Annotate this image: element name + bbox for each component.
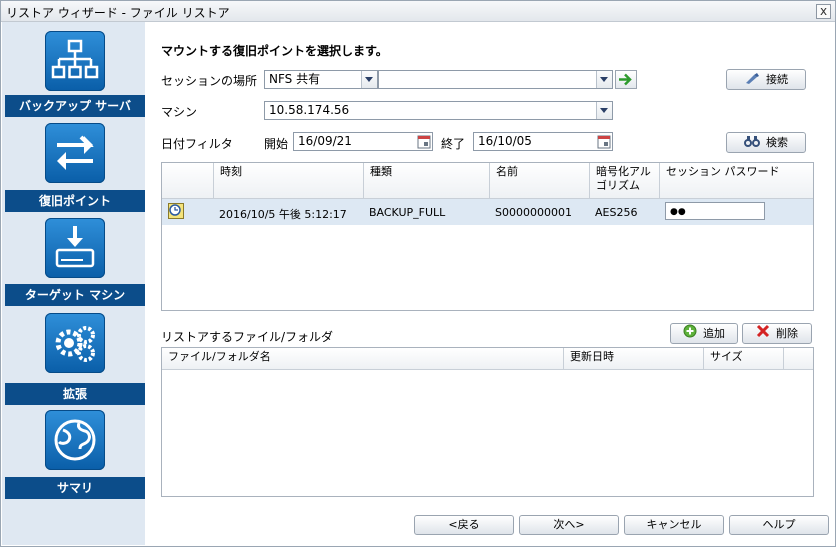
- calendar-icon[interactable]: [417, 134, 431, 149]
- close-icon[interactable]: x: [816, 4, 831, 19]
- sidebar-item-label: 復旧ポイント: [5, 190, 145, 212]
- drive-download-icon: [45, 218, 105, 278]
- column-header-name[interactable]: 名前: [490, 163, 590, 198]
- column-header-modified[interactable]: 更新日時: [564, 348, 704, 369]
- search-button[interactable]: 検索: [726, 132, 806, 153]
- session-type-value: NFS 共有: [269, 72, 321, 86]
- arrow-right-icon: [619, 73, 632, 86]
- machine-label: マシン: [161, 105, 198, 119]
- sidebar-item-recovery-point[interactable]: 復旧ポイント: [2, 123, 145, 223]
- row-name: S0000000001: [495, 206, 572, 219]
- column-header-time[interactable]: 時刻: [214, 163, 364, 198]
- machine-select[interactable]: 10.58.174.56: [264, 101, 613, 120]
- column-header-password[interactable]: セッション パスワード: [660, 163, 813, 198]
- sidebar-item-target-machine[interactable]: ターゲット マシン: [2, 216, 145, 316]
- session-path-input[interactable]: [378, 70, 613, 89]
- column-header-algorithm[interactable]: 暗号化アル ゴリズム: [590, 163, 660, 198]
- binoculars-icon: [744, 134, 760, 153]
- row-algorithm: AES256: [595, 206, 638, 219]
- sidebar-item-summary[interactable]: サマリ: [2, 410, 145, 510]
- delete-label: 削除: [776, 327, 798, 340]
- start-date-input[interactable]: 16/09/21: [293, 132, 433, 151]
- sidebar-item-label: サマリ: [5, 477, 145, 499]
- page-heading: マウントする復旧ポイントを選択します。: [161, 44, 388, 58]
- table-header: ファイル/フォルダ名 更新日時 サイズ: [162, 348, 813, 370]
- backup-session-icon: [168, 203, 184, 222]
- cancel-button[interactable]: キャンセル: [624, 515, 724, 535]
- table-row[interactable]: 2016/10/5 午後 5:12:17 BACKUP_FULL S000000…: [162, 199, 813, 225]
- end-date-input[interactable]: 16/10/05: [473, 132, 613, 151]
- window-title: リストア ウィザード - ファイル リストア: [6, 6, 230, 20]
- column-header-size[interactable]: サイズ: [704, 348, 784, 369]
- sidebar-item-backup-server[interactable]: バックアップ サーバ: [2, 28, 145, 128]
- chevron-down-icon[interactable]: [596, 102, 612, 119]
- start-date-value: 16/09/21: [298, 134, 352, 148]
- session-location-label: セッションの場所: [161, 74, 258, 88]
- files-to-restore-label: リストアするファイル/フォルダ: [161, 330, 334, 344]
- files-table[interactable]: ファイル/フォルダ名 更新日時 サイズ: [161, 347, 814, 497]
- plug-icon: [744, 71, 760, 90]
- sidebar-item-label: ターゲット マシン: [5, 284, 145, 306]
- connect-label: 接続: [766, 73, 788, 86]
- end-date-label: 終了: [441, 137, 466, 151]
- delete-button[interactable]: 削除: [742, 323, 812, 344]
- arrows-exchange-icon: [45, 123, 105, 183]
- chevron-down-icon[interactable]: [596, 71, 612, 88]
- wizard-sidebar: バックアップ サーバ 復旧ポイント ターゲット マシン 拡張 サマリ: [2, 22, 145, 545]
- add-label: 追加: [703, 327, 725, 340]
- column-header-file-name[interactable]: ファイル/フォルダ名: [162, 348, 564, 369]
- next-button[interactable]: 次へ>: [519, 515, 619, 535]
- date-filter-label: 日付フィルタ: [161, 137, 233, 151]
- sidebar-item-advanced[interactable]: 拡張: [2, 313, 145, 413]
- restore-wizard-window: リストア ウィザード - ファイル リストア x バックアップ サーバ 復旧ポイ…: [0, 0, 836, 547]
- row-time: 2016/10/5 午後 5:12:17: [219, 208, 347, 221]
- delete-icon: [756, 324, 770, 344]
- chevron-down-icon[interactable]: [361, 71, 377, 88]
- end-date-value: 16/10/05: [478, 134, 532, 148]
- back-button[interactable]: <戻る: [414, 515, 514, 535]
- globe-icon: [45, 410, 105, 470]
- sidebar-item-label: 拡張: [5, 383, 145, 405]
- go-arrow-button[interactable]: [615, 70, 637, 89]
- sidebar-item-label: バックアップ サーバ: [5, 95, 145, 117]
- session-type-select[interactable]: NFS 共有: [264, 70, 378, 89]
- wizard-content: マウントする復旧ポイントを選択します。 セッションの場所 NFS 共有 接続 マ…: [146, 22, 835, 546]
- start-date-label: 開始: [264, 137, 289, 151]
- network-server-icon: [45, 31, 105, 91]
- row-type: BACKUP_FULL: [369, 206, 446, 219]
- session-password-input[interactable]: ●●: [665, 202, 765, 220]
- title-bar: リストア ウィザード - ファイル リストア x: [1, 1, 835, 22]
- search-label: 検索: [766, 136, 788, 149]
- calendar-icon[interactable]: [597, 134, 611, 149]
- gears-icon: [45, 313, 105, 373]
- column-header-type[interactable]: 種類: [364, 163, 490, 198]
- help-button[interactable]: ヘルプ: [729, 515, 829, 535]
- column-header-status: [162, 163, 214, 198]
- table-header: 時刻 種類 名前 暗号化アル ゴリズム セッション パスワード: [162, 163, 813, 199]
- add-button[interactable]: 追加: [670, 323, 738, 344]
- add-icon: [683, 324, 697, 344]
- machine-value: 10.58.174.56: [269, 103, 350, 117]
- connect-button[interactable]: 接続: [726, 69, 806, 90]
- recovery-points-table[interactable]: 時刻 種類 名前 暗号化アル ゴリズム セッション パスワード 2016/10/…: [161, 162, 814, 311]
